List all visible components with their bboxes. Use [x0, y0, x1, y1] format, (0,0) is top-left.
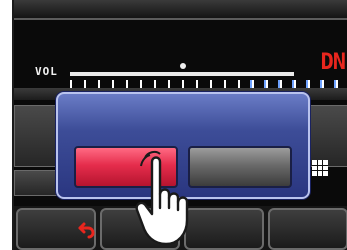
- softkey-back[interactable]: [16, 208, 96, 250]
- volume-position-dot: [180, 63, 186, 69]
- back-arrow-icon: [78, 222, 95, 239]
- background-panel-right: [306, 105, 347, 167]
- mode-label: DN: [320, 50, 346, 75]
- top-divider: [14, 18, 347, 20]
- top-status-strip: [14, 0, 347, 18]
- background-panel-left: [14, 105, 60, 167]
- volume-scale-ticks-blue: [250, 80, 336, 88]
- tapping-hand-icon: [135, 150, 189, 246]
- softkey-4[interactable]: [268, 208, 347, 250]
- volume-bar: [70, 72, 294, 76]
- device: DN VOL: [0, 0, 347, 250]
- grid-icon[interactable]: [312, 160, 328, 176]
- volume-label: VOL: [35, 65, 58, 78]
- background-panel-left-lower: [14, 170, 60, 196]
